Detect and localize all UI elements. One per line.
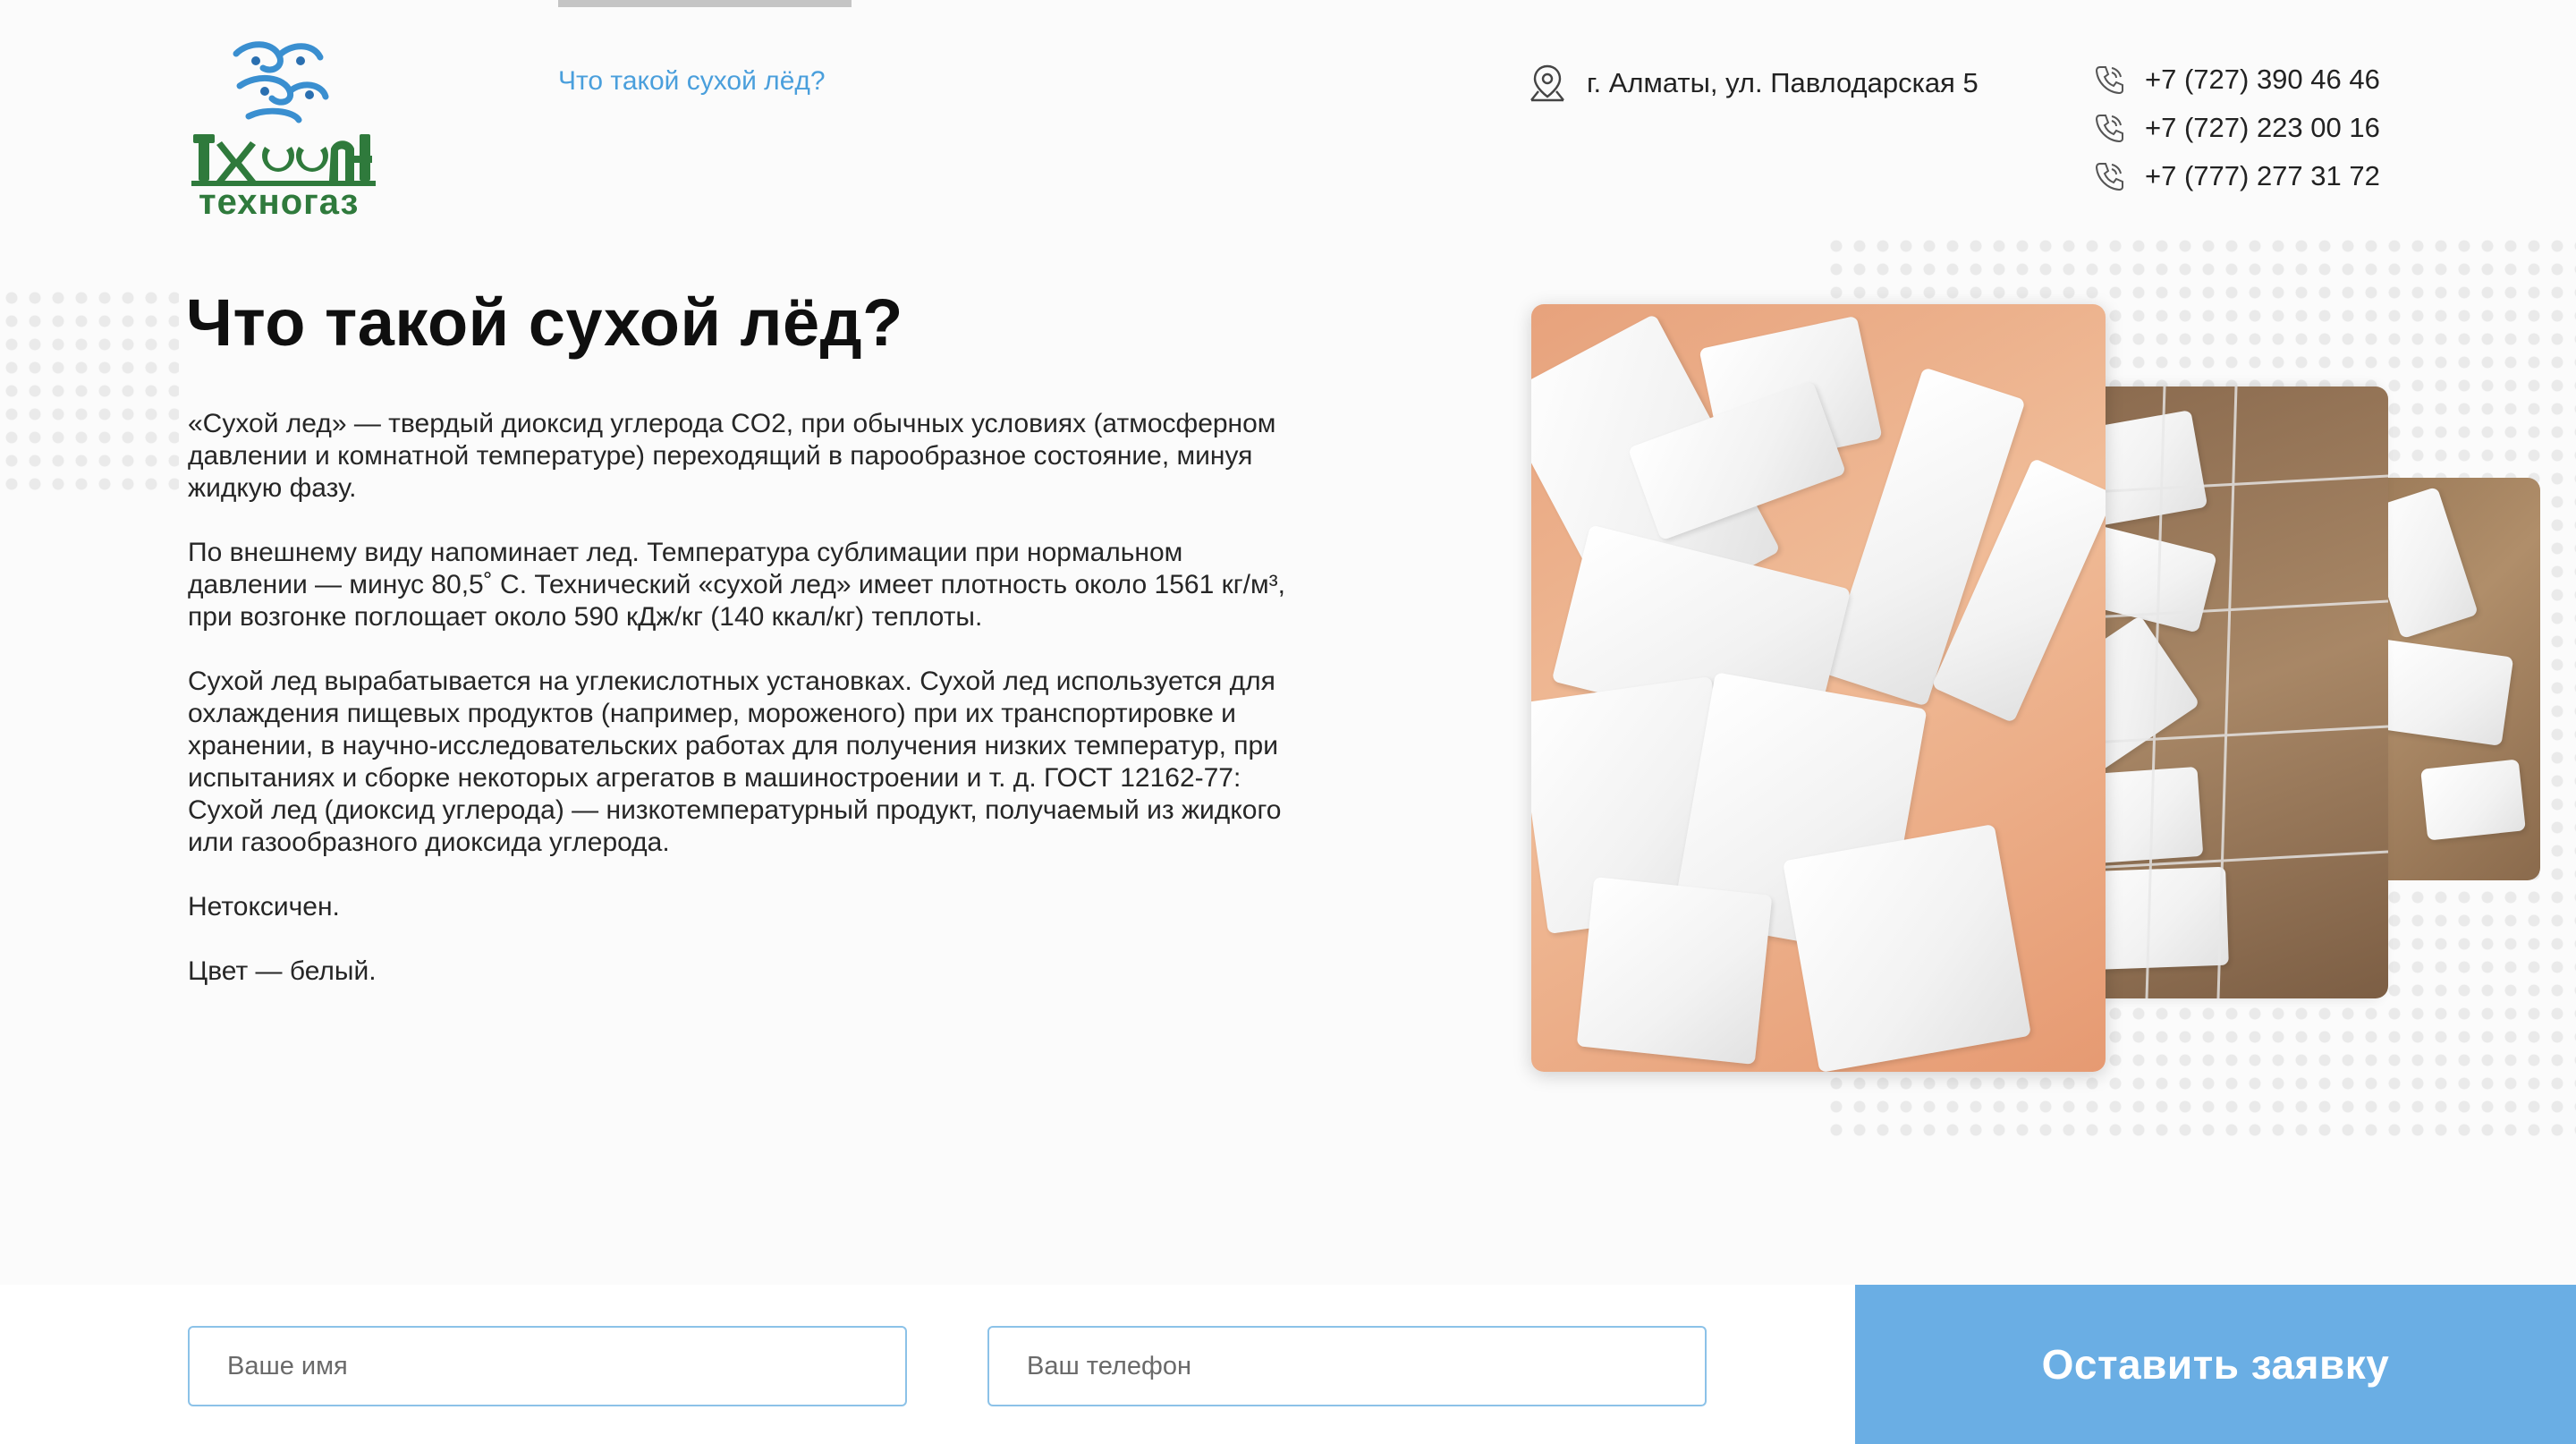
map-pin-icon: [1530, 64, 1564, 102]
submit-request-button[interactable]: Оставить заявку: [1855, 1285, 2576, 1444]
article-body: «Сухой лед» — твердый диоксид углерода C…: [188, 408, 1288, 1020]
paragraph: Цвет — белый.: [188, 956, 377, 986]
dot-pattern-left: [0, 286, 179, 501]
phone-number: +7 (727) 223 00 16: [2145, 112, 2380, 143]
phone-icon: [2095, 66, 2123, 95]
phone-list: +7 (727) 390 46 46 +7 (727) 223 00 16 +7…: [2093, 64, 2380, 191]
paragraph: Нетоксичен.: [188, 892, 340, 922]
dry-ice-photo-main[interactable]: [1531, 304, 2106, 1072]
phone-item[interactable]: +7 (727) 223 00 16: [2093, 112, 2380, 143]
phone-number: +7 (777) 277 31 72: [2145, 160, 2380, 191]
phone-field[interactable]: [987, 1326, 1707, 1406]
phone-icon: [2095, 115, 2123, 143]
nav-active-indicator: [558, 0, 852, 7]
wire-rack: [2057, 386, 2388, 998]
phone-item[interactable]: +7 (777) 277 31 72: [2093, 160, 2380, 191]
nav-link-dry-ice[interactable]: Что такой сухой лёд?: [558, 66, 826, 97]
phone-item[interactable]: +7 (727) 390 46 46: [2093, 64, 2380, 95]
page-title: Что такой сухой лёд?: [186, 285, 903, 360]
dry-ice-photo-2[interactable]: [2057, 386, 2388, 998]
dry-ice-photo-3[interactable]: [2361, 478, 2540, 880]
company-logo[interactable]: техногаз: [186, 34, 383, 222]
address-text: г. Алматы, ул. Павлодарская 5: [1587, 67, 1979, 98]
phone-number: +7 (727) 390 46 46: [2145, 64, 2380, 95]
paragraph: По внешнему виду напоминает лед. Темпера…: [188, 538, 1285, 632]
logo-subtitle: техногаз: [199, 183, 360, 222]
paragraph: «Сухой лед» — твердый диоксид углерода C…: [188, 409, 1276, 503]
address-block: г. Алматы, ул. Павлодарская 5: [1528, 63, 1979, 104]
name-field[interactable]: [188, 1326, 907, 1406]
paragraph: Сухой лед вырабатывается на углекислотны…: [188, 667, 1282, 857]
phone-icon: [2095, 163, 2123, 191]
